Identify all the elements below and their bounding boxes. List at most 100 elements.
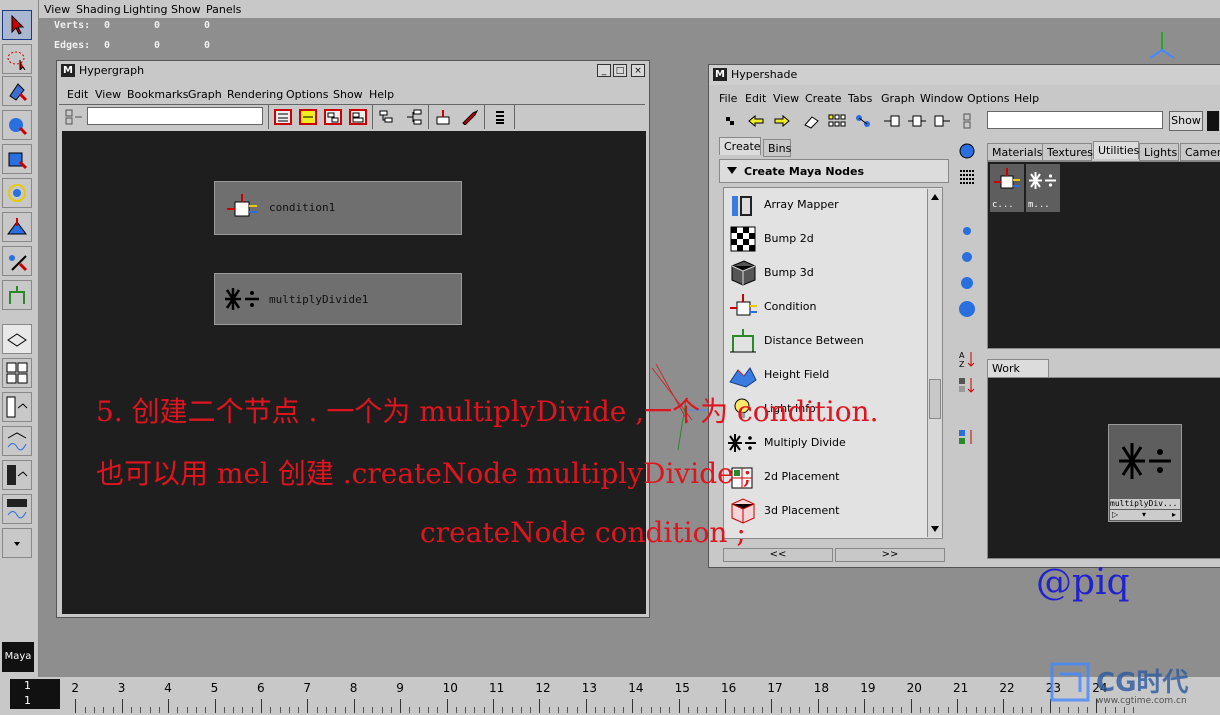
hs-menu-window[interactable]: Window <box>920 92 963 105</box>
tab-camera[interactable]: Camera <box>1180 143 1220 161</box>
hg-menu-help[interactable]: Help <box>369 88 394 101</box>
output-connections-icon[interactable] <box>931 111 953 131</box>
hs-menu-view[interactable]: View <box>773 92 799 105</box>
chevron-down-icon[interactable]: ▾ <box>1142 510 1146 520</box>
eraser-icon[interactable] <box>801 111 823 131</box>
node-list-scrollbar[interactable] <box>927 189 942 537</box>
hg-menu-edit[interactable]: Edit <box>67 88 88 101</box>
sort-by-name-icon[interactable]: AZ <box>957 349 977 369</box>
list-item-bump-2d[interactable]: Bump 2d <box>726 222 941 256</box>
hs-menu-edit[interactable]: Edit <box>745 92 766 105</box>
play-icon[interactable]: ▷ <box>1112 510 1118 520</box>
hs-menu-tabs[interactable]: Tabs <box>848 92 872 105</box>
hypershade-layout-icon[interactable] <box>2 460 32 490</box>
manipulator-tool-icon[interactable] <box>2 212 32 242</box>
outliner-layout-icon[interactable] <box>2 392 32 422</box>
show-manipulator-icon[interactable] <box>2 280 32 310</box>
close-button[interactable]: × <box>631 64 645 77</box>
sort-order-icon[interactable] <box>957 427 977 447</box>
graph-layout-icon[interactable] <box>377 107 399 127</box>
work-area-multiply-divide-node[interactable]: multiplyDiv... ▷ ▾ ▸ <box>1108 424 1182 522</box>
hg-menu-bookmarks[interactable]: Bookmarks <box>127 88 188 101</box>
list-view-icon[interactable] <box>957 167 977 187</box>
menu-panels[interactable]: Panels <box>206 3 241 16</box>
hs-menu-file[interactable]: File <box>719 92 737 105</box>
utilities-panel[interactable]: c... m... <box>987 161 1220 349</box>
scroll-left-button[interactable]: << <box>723 548 833 562</box>
grid-nodes-icon[interactable] <box>826 111 848 131</box>
hg-menu-graph[interactable]: Graph <box>188 88 222 101</box>
list-item-condition[interactable]: Condition <box>726 290 941 324</box>
menu-lighting[interactable]: Lighting <box>123 3 167 16</box>
hypergraph-titlebar[interactable]: M Hypergraph _ □ × <box>57 61 649 81</box>
forward-arrow-icon[interactable] <box>771 111 793 131</box>
minimize-button[interactable]: _ <box>597 64 611 77</box>
large-swatch-icon[interactable] <box>957 273 977 293</box>
utility-swatch-multiply-divide[interactable]: m... <box>1026 164 1060 212</box>
list-item-array-mapper[interactable]: Array Mapper <box>726 188 941 222</box>
hs-menu-create[interactable]: Create <box>805 92 842 105</box>
time-slider[interactable]: 1 1 2 3 4 5 6 7 8 9 10 11 12 13 14 15 16 17 18 19 20 21 22 23… <box>0 677 1220 715</box>
list-icon[interactable] <box>489 107 511 127</box>
graph-layout-icon[interactable] <box>2 426 32 456</box>
small-swatch-icon[interactable] <box>957 221 977 241</box>
paint-tool-icon[interactable] <box>2 76 32 106</box>
render-node-icon[interactable] <box>433 107 455 127</box>
tab-lights[interactable]: Lights <box>1139 143 1179 161</box>
layout-dropdown-icon[interactable] <box>2 528 32 558</box>
scale-tool-icon[interactable] <box>2 178 32 208</box>
tab-textures[interactable]: Textures <box>1042 143 1093 161</box>
soft-mod-tool-icon[interactable] <box>2 246 32 276</box>
four-view-layout-icon[interactable] <box>2 358 32 388</box>
downstream-icon[interactable] <box>347 107 369 127</box>
back-arrow-icon[interactable] <box>745 111 767 131</box>
move-tool-icon[interactable] <box>2 110 32 140</box>
menu-shading[interactable]: Shading <box>76 3 121 16</box>
sort-by-type-icon[interactable] <box>957 375 977 395</box>
tab-work-area[interactable]: Work Area <box>987 359 1049 388</box>
show-button[interactable]: Show <box>1169 111 1203 131</box>
tab-create[interactable]: Create <box>719 137 761 155</box>
menu-show[interactable]: Show <box>171 3 201 16</box>
maximize-button[interactable]: □ <box>613 64 627 77</box>
hs-menu-help[interactable]: Help <box>1014 92 1039 105</box>
hg-menu-rendering[interactable]: Rendering <box>227 88 283 101</box>
scrollbar-thumb[interactable] <box>929 379 941 419</box>
list-item-multiply-divide[interactable]: Multiply Divide <box>726 426 941 460</box>
toolbar-grip-icon[interactable] <box>63 107 85 127</box>
tab-bins[interactable]: Bins <box>763 139 791 157</box>
tab-materials[interactable]: Materials <box>987 143 1043 161</box>
multiply-divide-node[interactable]: multiplyDivide1 <box>214 273 462 325</box>
list-item-bump-3d[interactable]: Bump 3d <box>726 256 941 290</box>
io-connections-icon[interactable] <box>906 111 928 131</box>
select-tool-icon[interactable] <box>2 10 32 40</box>
play-filled-icon[interactable]: ▸ <box>1172 510 1176 520</box>
curve-layout-icon[interactable] <box>2 494 32 524</box>
hg-menu-show[interactable]: Show <box>333 88 363 101</box>
hypershade-search-input[interactable] <box>987 111 1163 129</box>
hs-menu-graph[interactable]: Graph <box>881 92 915 105</box>
hs-menu-options[interactable]: Options <box>967 92 1009 105</box>
single-perspective-layout-icon[interactable] <box>2 324 32 354</box>
checker-icon[interactable] <box>719 111 741 131</box>
xlarge-swatch-icon[interactable] <box>957 299 977 319</box>
network-icon[interactable] <box>852 111 874 131</box>
toolbar-grip-icon[interactable] <box>961 111 983 131</box>
input-connections-icon[interactable] <box>881 111 903 131</box>
hg-menu-options[interactable]: Options <box>286 88 328 101</box>
list-item-distance-between[interactable]: Distance Between <box>726 324 941 358</box>
sphere-icon[interactable] <box>957 141 977 161</box>
hypergraph-search-input[interactable] <box>87 107 263 125</box>
condition-node[interactable]: condition1 <box>214 181 462 235</box>
hg-menu-view[interactable]: View <box>95 88 121 101</box>
list-item-height-field[interactable]: Height Field <box>726 358 941 392</box>
menu-view[interactable]: View <box>44 3 70 16</box>
input-output-icon[interactable] <box>297 107 319 127</box>
hypershade-titlebar[interactable]: M Hypershade <box>709 65 1220 85</box>
medium-swatch-icon[interactable] <box>957 247 977 267</box>
work-area-panel[interactable]: multiplyDiv... ▷ ▾ ▸ <box>987 377 1220 559</box>
create-maya-nodes-header[interactable]: Create Maya Nodes <box>719 159 949 183</box>
lasso-tool-icon[interactable] <box>2 44 32 74</box>
list-item-2d-placement[interactable]: 2d Placement <box>726 460 941 494</box>
utility-swatch-condition[interactable]: c... <box>990 164 1024 212</box>
